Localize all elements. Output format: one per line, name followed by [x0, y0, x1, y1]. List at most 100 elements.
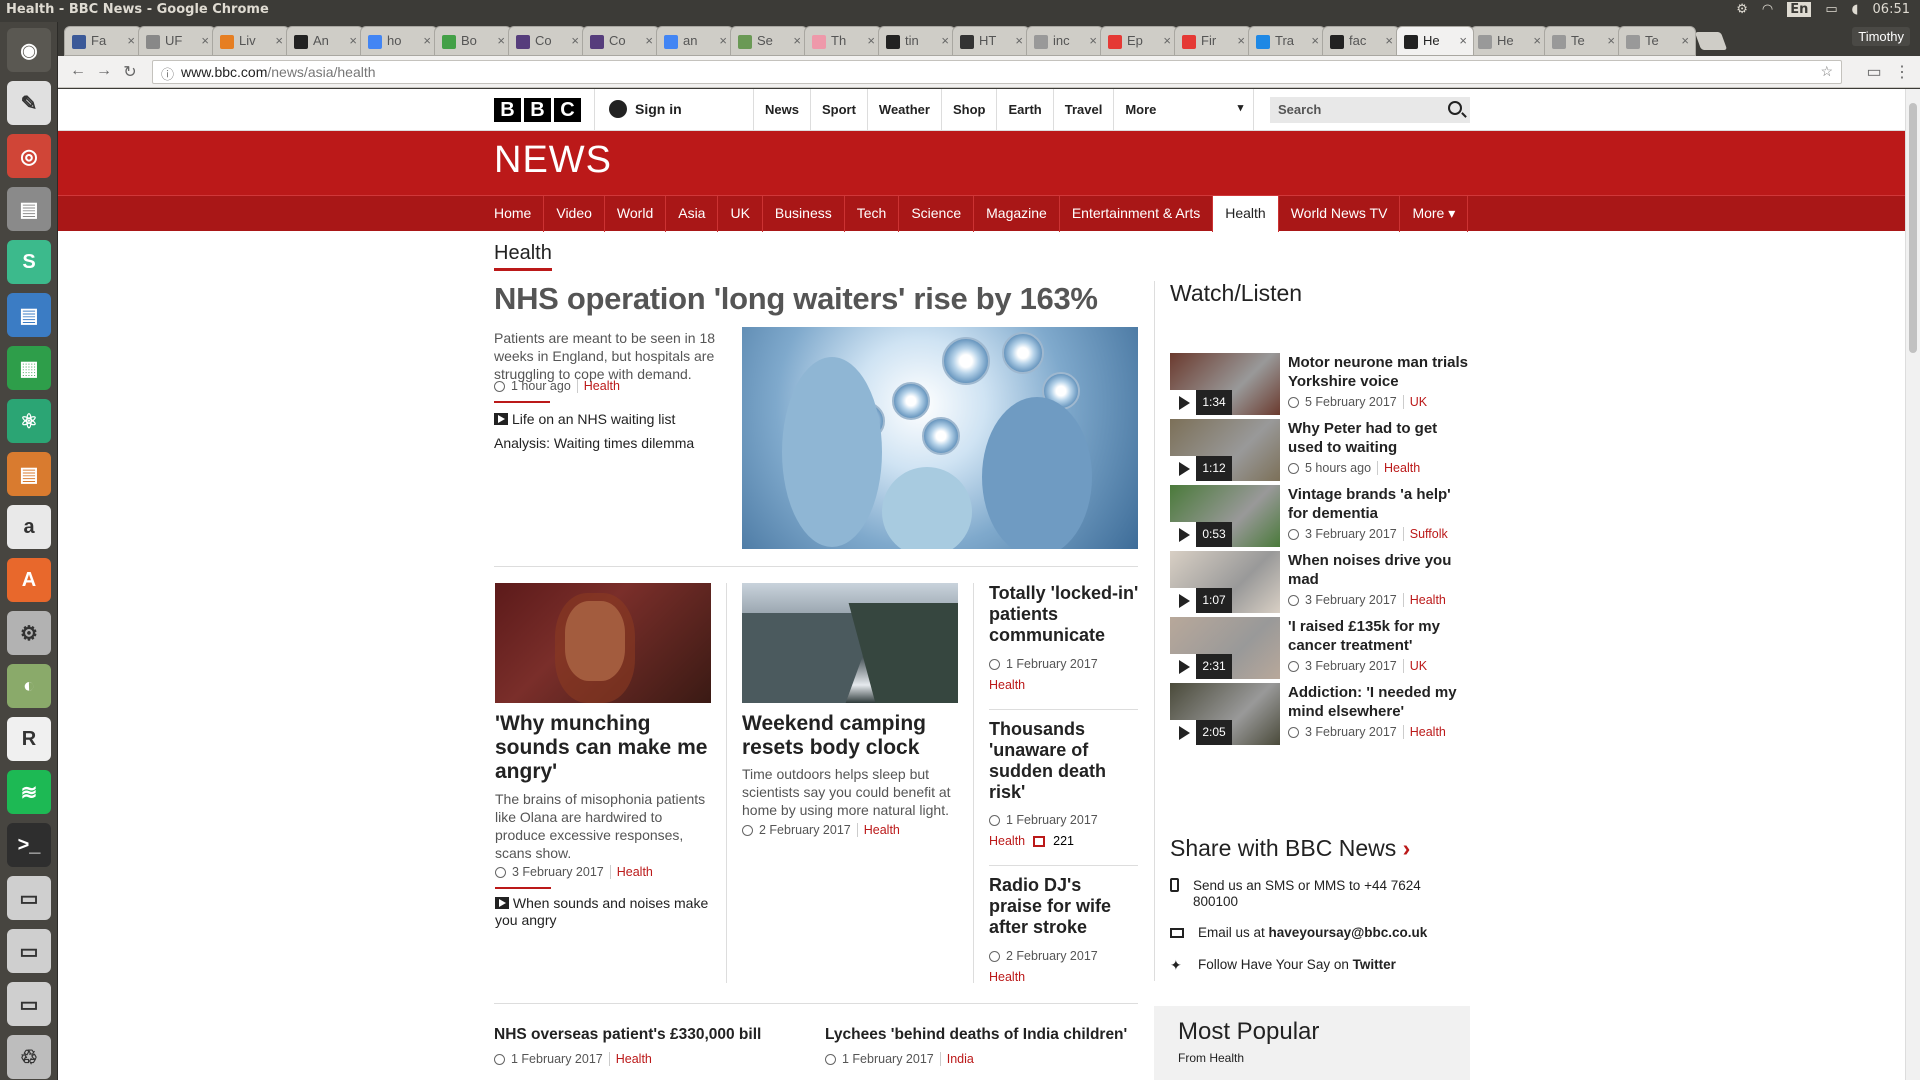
side-story-tag[interactable]: Health [989, 970, 1025, 984]
play-icon[interactable] [1170, 390, 1196, 415]
close-tab-icon[interactable]: × [1607, 33, 1615, 48]
drive-icon-1[interactable]: ▭ [7, 876, 51, 920]
bottom-story-tag[interactable]: India [939, 1052, 974, 1066]
atom-icon[interactable]: ⚛ [7, 399, 51, 443]
watch-item-tag[interactable]: Suffolk [1402, 527, 1448, 541]
nav-travel[interactable]: Travel [1054, 89, 1115, 130]
settings-tool-icon[interactable]: ⚙ [7, 611, 51, 655]
section-nav-item[interactable]: World [605, 196, 667, 232]
close-tab-icon[interactable]: × [201, 33, 209, 48]
bookmark-star-icon[interactable]: ☆ [1820, 63, 1833, 80]
tab[interactable]: Fa × [64, 26, 142, 56]
watch-item-tag[interactable]: Health [1377, 461, 1420, 475]
tab[interactable]: HT × [952, 26, 1030, 56]
tab[interactable]: Fir × [1174, 26, 1252, 56]
writer-icon[interactable]: ▤ [7, 293, 51, 337]
battery-icon[interactable]: ▭ [1825, 2, 1837, 17]
lead-tag[interactable]: Health [576, 379, 620, 393]
slack-icon[interactable]: S [7, 240, 51, 284]
scrollbar-thumb[interactable] [1909, 103, 1917, 353]
amazon-icon[interactable]: a [7, 505, 51, 549]
close-tab-icon[interactable]: × [645, 33, 653, 48]
card1-tag[interactable]: Health [609, 865, 653, 879]
close-tab-icon[interactable]: × [497, 33, 505, 48]
pdf-reader-icon[interactable]: ✎ [7, 81, 51, 125]
watch-item-title[interactable]: 'I raised £135k for my cancer treatment' [1288, 617, 1470, 655]
side-story-tag[interactable]: Health [989, 834, 1025, 848]
lead-related-video[interactable]: Life on an NHS waiting list [494, 411, 675, 427]
card1-related[interactable]: When sounds and noises make you angry [495, 895, 711, 929]
watch-item-title[interactable]: Why Peter had to get used to waiting [1288, 419, 1470, 457]
watch-item[interactable]: 2:05 Addiction: 'I needed my mind elsewhe… [1170, 683, 1470, 747]
spotify-icon[interactable]: ≋ [7, 770, 51, 814]
watch-item-tag[interactable]: UK [1402, 395, 1427, 409]
tab[interactable]: Tra × [1248, 26, 1326, 56]
drive-icon-2[interactable]: ▭ [7, 929, 51, 973]
close-tab-icon[interactable]: × [867, 33, 875, 48]
section-nav-item[interactable]: Magazine [974, 196, 1060, 232]
tab[interactable]: ho × [360, 26, 438, 56]
close-tab-icon[interactable]: × [1311, 33, 1319, 48]
bbc-logo[interactable]: B B C [494, 98, 581, 122]
section-nav-item[interactable]: World News TV [1279, 196, 1401, 232]
settings-icon[interactable]: ⚙ [1736, 2, 1748, 17]
keyboard-language-indicator[interactable]: En [1787, 2, 1812, 17]
menu-icon[interactable]: ⋮ [1892, 62, 1912, 82]
section-nav-item[interactable]: Entertainment & Arts [1060, 196, 1214, 232]
side-story-title[interactable]: Totally 'locked-in' patients communicate [989, 583, 1139, 646]
bottom-story-title[interactable]: NHS overseas patient's £330,000 bill [494, 1026, 761, 1044]
watch-item[interactable]: 1:12 Why Peter had to get used to waiting… [1170, 419, 1470, 483]
drive-icon-3[interactable]: ▭ [7, 982, 51, 1026]
software-center-icon[interactable]: A [7, 558, 51, 602]
watch-item-title[interactable]: Motor neurone man trials Yorkshire voice [1288, 353, 1470, 391]
watch-item-tag[interactable]: Health [1402, 593, 1446, 607]
nav-more[interactable]: More [1114, 89, 1255, 130]
close-tab-icon[interactable]: × [349, 33, 357, 48]
search-icon[interactable] [1448, 101, 1462, 115]
search-input[interactable]: Search [1270, 97, 1470, 123]
watch-item-tag[interactable]: Health [1402, 725, 1446, 739]
tab[interactable]: Bo × [434, 26, 512, 56]
nav-news[interactable]: News [754, 89, 811, 130]
side-story-tag[interactable]: Health [989, 678, 1025, 692]
watch-item[interactable]: 0:53 Vintage brands 'a help' for dementia… [1170, 485, 1470, 549]
close-tab-icon[interactable]: × [1237, 33, 1245, 48]
side-story-title[interactable]: Thousands 'unaware of sudden death risk' [989, 719, 1139, 803]
close-tab-icon[interactable]: × [1681, 33, 1689, 48]
watch-item[interactable]: 2:31 'I raised £135k for my cancer treatm… [1170, 617, 1470, 681]
close-tab-icon[interactable]: × [1015, 33, 1023, 48]
close-tab-icon[interactable]: × [719, 33, 727, 48]
chrome-icon[interactable]: ◎ [7, 134, 51, 178]
section-nav-item[interactable]: Home [494, 196, 545, 232]
watch-item-title[interactable]: Vintage brands 'a help' for dementia [1288, 485, 1470, 523]
nav-earth[interactable]: Earth [997, 89, 1054, 130]
share-email-link[interactable]: haveyoursay@bbc.co.uk [1269, 925, 1428, 940]
tab[interactable]: an × [656, 26, 734, 56]
close-tab-icon[interactable]: × [1385, 33, 1393, 48]
close-tab-icon[interactable]: × [1459, 33, 1467, 48]
tab[interactable]: Co × [582, 26, 660, 56]
play-icon[interactable] [1170, 654, 1196, 679]
section-nav-item[interactable]: Tech [845, 196, 900, 232]
card2-title[interactable]: Weekend camping resets body clock [742, 712, 958, 760]
section-nav-item[interactable]: More ▾ [1400, 196, 1469, 232]
watch-item-tag[interactable]: UK [1402, 659, 1427, 673]
section-nav-item[interactable]: UK [718, 196, 763, 232]
site-info-icon[interactable]: ⓘ [161, 64, 174, 83]
calc-icon[interactable]: ▦ [7, 346, 51, 390]
tab[interactable]: fac × [1322, 26, 1400, 56]
card1-image[interactable] [495, 583, 711, 703]
tab[interactable]: Liv × [212, 26, 290, 56]
back-button[interactable]: ← [68, 62, 88, 82]
card1-title[interactable]: 'Why munching sounds can make me angry' [495, 712, 711, 784]
file-manager-icon[interactable]: ▤ [7, 187, 51, 231]
tab[interactable]: Co × [508, 26, 586, 56]
watch-item-title[interactable]: Addiction: 'I needed my mind elsewhere' [1288, 683, 1470, 721]
close-tab-icon[interactable]: × [275, 33, 283, 48]
play-icon[interactable] [1170, 720, 1196, 745]
profile-name[interactable]: Timothy [1852, 27, 1910, 46]
address-bar[interactable]: ⓘ www.bbc.com/news/asia/health ☆ [152, 60, 1842, 84]
tab[interactable]: Th × [804, 26, 882, 56]
section-nav-item[interactable]: Video [544, 196, 605, 232]
card2-image[interactable] [742, 583, 958, 703]
